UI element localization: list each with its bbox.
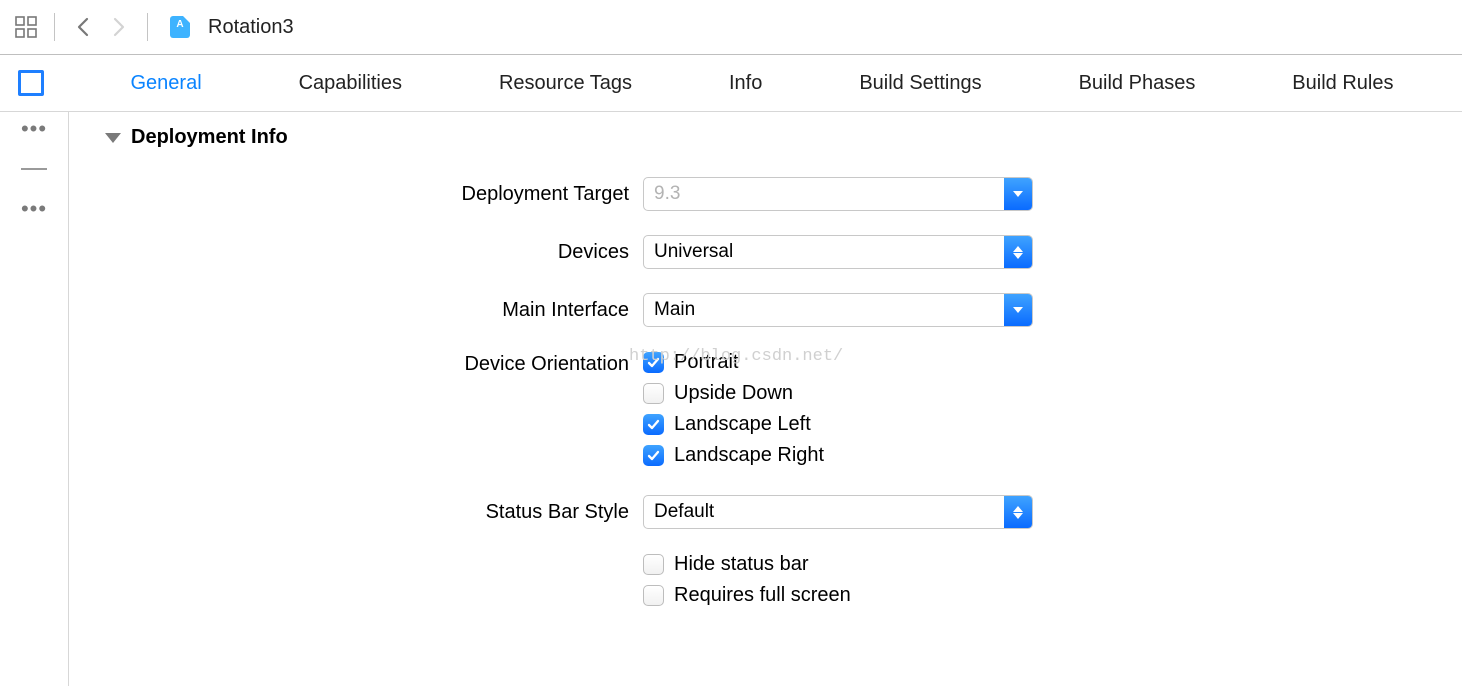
- stepper-arrows-icon[interactable]: [1004, 496, 1032, 528]
- checkbox-icon: [643, 414, 664, 435]
- breadcrumb-project-title[interactable]: Rotation3: [208, 16, 294, 39]
- related-items-icon[interactable]: [14, 15, 38, 39]
- tab-capabilities[interactable]: Capabilities: [293, 68, 408, 99]
- checkbox-requires-full-screen[interactable]: Requires full screen: [643, 584, 1033, 607]
- devices-value: Universal: [644, 236, 1004, 268]
- status-bar-style-value: Default: [644, 496, 1004, 528]
- checkbox-label: Portrait: [674, 351, 738, 374]
- row-status-bar-style: Status Bar Style Default: [329, 495, 1432, 529]
- target-list-toggle[interactable]: [0, 55, 62, 111]
- main-area: ••• ••• Deployment Info Deployment Targe…: [0, 112, 1462, 686]
- checkbox-label: Hide status bar: [674, 553, 809, 576]
- status-bar-style-popup[interactable]: Default: [643, 495, 1033, 529]
- tab-resource-tags[interactable]: Resource Tags: [493, 68, 638, 99]
- separator: [54, 13, 55, 41]
- row-devices: Devices Universal: [329, 235, 1432, 269]
- deployment-info-form: Deployment Target 9.3 Devices Universal: [329, 177, 1432, 607]
- targets-sidebar: ••• •••: [0, 112, 69, 686]
- checkbox-icon: [643, 383, 664, 404]
- editor-tab-bar: General Capabilities Resource Tags Info …: [0, 55, 1462, 112]
- checkbox-landscape-right[interactable]: Landscape Right: [643, 444, 1033, 467]
- section-title: Deployment Info: [131, 126, 288, 149]
- label-main-interface: Main Interface: [329, 299, 643, 322]
- label-device-orientation: Device Orientation: [329, 351, 643, 376]
- checkbox-label: Landscape Right: [674, 444, 824, 467]
- row-main-interface: Main Interface: [329, 293, 1432, 327]
- stepper-arrows-icon[interactable]: [1004, 236, 1032, 268]
- checkbox-icon: [643, 585, 664, 606]
- project-file-icon: [170, 16, 190, 38]
- target-list-icon: [18, 70, 44, 96]
- sidebar-ellipsis-icon[interactable]: •••: [21, 118, 47, 140]
- checkbox-icon: [643, 445, 664, 466]
- tab-general[interactable]: General: [124, 68, 207, 99]
- checkbox-label: Upside Down: [674, 382, 793, 405]
- tab-build-phases[interactable]: Build Phases: [1073, 68, 1202, 99]
- checkbox-icon: [643, 352, 664, 373]
- separator: [147, 13, 148, 41]
- status-bar-extras-group: Hide status bar Requires full screen: [643, 553, 1033, 607]
- checkbox-landscape-left[interactable]: Landscape Left: [643, 413, 1033, 436]
- content-pane: Deployment Info Deployment Target 9.3 De…: [69, 112, 1462, 686]
- chevron-down-icon: [105, 133, 121, 143]
- row-status-bar-extras: Hide status bar Requires full screen: [329, 553, 1432, 607]
- checkbox-label: Landscape Left: [674, 413, 811, 436]
- section-header[interactable]: Deployment Info: [105, 126, 1432, 149]
- deployment-target-value[interactable]: 9.3: [644, 178, 1004, 210]
- checkbox-icon: [643, 554, 664, 575]
- tab-build-settings[interactable]: Build Settings: [853, 68, 987, 99]
- devices-popup[interactable]: Universal: [643, 235, 1033, 269]
- nav-forward-icon[interactable]: [107, 15, 131, 39]
- tabs-container: General Capabilities Resource Tags Info …: [62, 55, 1462, 111]
- tab-info[interactable]: Info: [723, 68, 768, 99]
- navigation-bar: Rotation3: [0, 0, 1462, 55]
- row-deployment-target: Deployment Target 9.3: [329, 177, 1432, 211]
- label-status-bar-style: Status Bar Style: [329, 501, 643, 524]
- row-device-orientation: Device Orientation Portrait Upside Down: [329, 351, 1432, 467]
- checkbox-upside-down[interactable]: Upside Down: [643, 382, 1033, 405]
- main-interface-input[interactable]: [644, 294, 1004, 326]
- label-deployment-target: Deployment Target: [329, 183, 643, 206]
- label-devices: Devices: [329, 241, 643, 264]
- checkbox-portrait[interactable]: Portrait: [643, 351, 1033, 374]
- checkbox-label: Requires full screen: [674, 584, 851, 607]
- sidebar-ellipsis-icon[interactable]: •••: [21, 198, 47, 220]
- checkbox-hide-status-bar[interactable]: Hide status bar: [643, 553, 1033, 576]
- dropdown-arrow-icon[interactable]: [1004, 178, 1032, 210]
- nav-back-icon[interactable]: [71, 15, 95, 39]
- sidebar-divider-icon: [21, 168, 47, 170]
- tab-build-rules[interactable]: Build Rules: [1286, 68, 1399, 99]
- dropdown-arrow-icon[interactable]: [1004, 294, 1032, 326]
- xcode-project-editor: Rotation3 General Capabilities Resource …: [0, 0, 1462, 686]
- deployment-target-combobox[interactable]: 9.3: [643, 177, 1033, 211]
- device-orientation-group: Portrait Upside Down Landscape Left: [643, 351, 1033, 467]
- main-interface-combobox[interactable]: [643, 293, 1033, 327]
